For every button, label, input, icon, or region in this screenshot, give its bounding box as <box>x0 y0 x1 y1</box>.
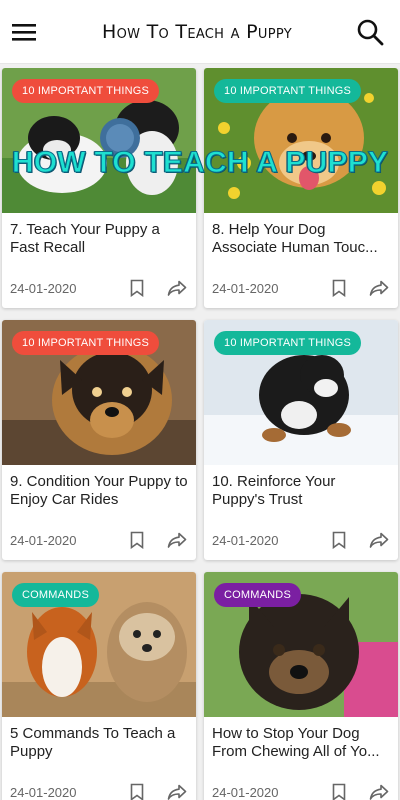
bookmark-icon[interactable] <box>328 781 350 800</box>
article-date: 24-01-2020 <box>10 532 77 548</box>
category-badge: 10 IMPORTANT THINGS <box>12 331 160 355</box>
article-thumbnail: 10 IMPORTANT THINGS <box>204 68 398 213</box>
article-title: 7. Teach Your Puppy a Fast Recall <box>10 221 160 256</box>
share-icon[interactable] <box>166 277 188 299</box>
article-title: 8. Help Your Dog Associate Human Touc... <box>212 221 378 256</box>
category-badge: 10 IMPORTANT THINGS <box>214 79 362 103</box>
article-thumbnail: COMMANDS <box>204 572 398 717</box>
article-card[interactable]: 10 IMPORTANT THINGS 7. Teach Your Puppy … <box>2 68 196 308</box>
article-title: How to Stop Your Dog From Chewing All of… <box>212 725 380 760</box>
share-icon[interactable] <box>166 529 188 551</box>
article-card[interactable]: 10 IMPORTANT THINGS 9. Condition Your Pu… <box>2 320 196 560</box>
article-card[interactable]: COMMANDS 5 Commands To Teach a Puppy 24-… <box>2 572 196 800</box>
article-grid: 10 IMPORTANT THINGS 7. Teach Your Puppy … <box>0 68 400 800</box>
article-date: 24-01-2020 <box>10 280 77 296</box>
app-bar: How To Teach a Puppy <box>0 0 400 64</box>
bookmark-icon[interactable] <box>328 277 350 299</box>
share-icon[interactable] <box>368 781 390 800</box>
article-date: 24-01-2020 <box>212 784 279 800</box>
share-icon[interactable] <box>166 781 188 800</box>
article-card[interactable]: COMMANDS How to Stop Your Dog From Chewi… <box>204 572 398 800</box>
category-badge: COMMANDS <box>12 583 99 607</box>
bookmark-icon[interactable] <box>126 277 148 299</box>
bookmark-icon[interactable] <box>328 529 350 551</box>
search-icon[interactable] <box>352 14 388 50</box>
category-badge: COMMANDS <box>214 583 301 607</box>
article-date: 24-01-2020 <box>212 280 279 296</box>
article-thumbnail: 10 IMPORTANT THINGS <box>2 68 196 213</box>
bookmark-icon[interactable] <box>126 781 148 800</box>
article-thumbnail: 10 IMPORTANT THINGS <box>204 320 398 465</box>
category-badge: 10 IMPORTANT THINGS <box>12 79 160 103</box>
article-title: 5 Commands To Teach a Puppy <box>10 725 176 760</box>
article-date: 24-01-2020 <box>212 532 279 548</box>
article-card[interactable]: 10 IMPORTANT THINGS 10. Reinforce Your P… <box>204 320 398 560</box>
article-title: 10. Reinforce Your Puppy's Trust <box>212 473 336 508</box>
category-badge: 10 IMPORTANT THINGS <box>214 331 362 355</box>
article-thumbnail: COMMANDS <box>2 572 196 717</box>
share-icon[interactable] <box>368 277 390 299</box>
article-card[interactable]: 10 IMPORTANT THINGS 8. Help Your Dog Ass… <box>204 68 398 308</box>
page-title: How To Teach a Puppy <box>102 20 292 43</box>
bookmark-icon[interactable] <box>126 529 148 551</box>
article-thumbnail: 10 IMPORTANT THINGS <box>2 320 196 465</box>
hamburger-menu-icon[interactable] <box>6 14 42 50</box>
article-title: 9. Condition Your Puppy to Enjoy Car Rid… <box>10 473 188 508</box>
article-date: 24-01-2020 <box>10 784 77 800</box>
share-icon[interactable] <box>368 529 390 551</box>
